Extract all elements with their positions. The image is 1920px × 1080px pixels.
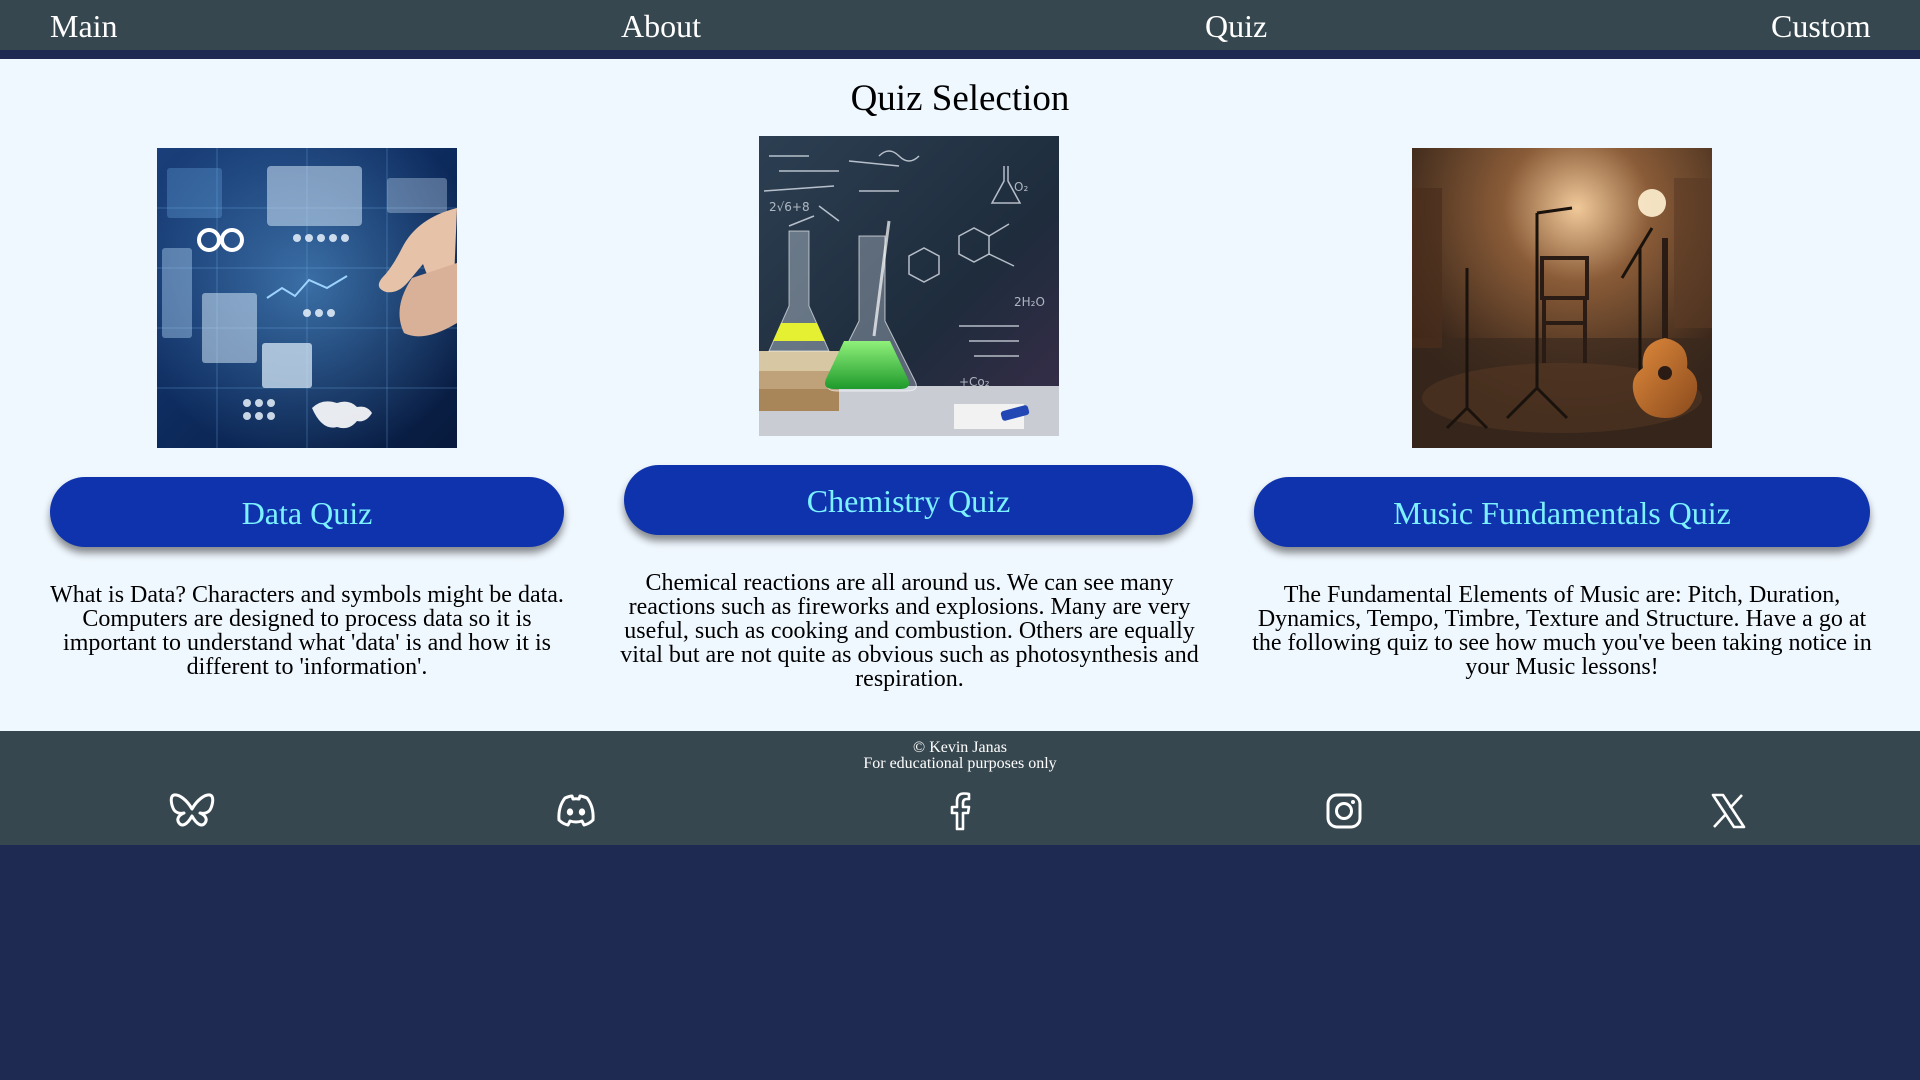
page-bottom-area (0, 845, 1920, 1080)
top-nav: Main About Quiz Custom (0, 0, 1920, 50)
music-quiz-button[interactable]: Music Fundamentals Quiz (1254, 477, 1870, 547)
chemistry-quiz-description: Chemical reactions are all around us. We… (620, 570, 1199, 692)
chemistry-quiz-button[interactable]: Chemistry Quiz (624, 465, 1193, 535)
facebook-icon[interactable] (936, 787, 984, 835)
nav-about[interactable]: About (621, 6, 701, 46)
x-icon[interactable] (1704, 787, 1752, 835)
bluesky-icon[interactable] (168, 787, 216, 835)
page-title: Quiz Selection (850, 78, 1070, 119)
nav-main[interactable]: Main (50, 6, 118, 46)
chemistry-quiz-image[interactable]: 2√6+8 O₂ 2H₂O +Co₂ (759, 136, 1059, 436)
footer-note: For educational purposes only (863, 755, 1057, 772)
svg-text:O₂: O₂ (1014, 180, 1028, 194)
music-quiz-description: The Fundamental Elements of Music are: P… (1252, 582, 1872, 680)
instagram-icon[interactable] (1320, 787, 1368, 835)
discord-icon[interactable] (552, 787, 600, 835)
data-quiz-description: What is Data? Characters and symbols mig… (50, 582, 564, 680)
footer: © Kevin Janas For educational purposes o… (0, 731, 1920, 845)
nav-divider (0, 50, 1920, 59)
data-quiz-image[interactable] (157, 148, 457, 448)
main-content: Quiz Selection Data Quiz What is Data? C… (0, 59, 1920, 731)
data-quiz-button[interactable]: Data Quiz (50, 477, 564, 547)
svg-text:2H₂O: 2H₂O (1014, 295, 1045, 309)
svg-text:2√6+8: 2√6+8 (769, 200, 810, 214)
nav-custom[interactable]: Custom (1771, 6, 1871, 46)
music-quiz-image[interactable] (1412, 148, 1712, 448)
nav-quiz[interactable]: Quiz (1205, 6, 1267, 46)
footer-copyright: © Kevin Janas (913, 739, 1007, 756)
